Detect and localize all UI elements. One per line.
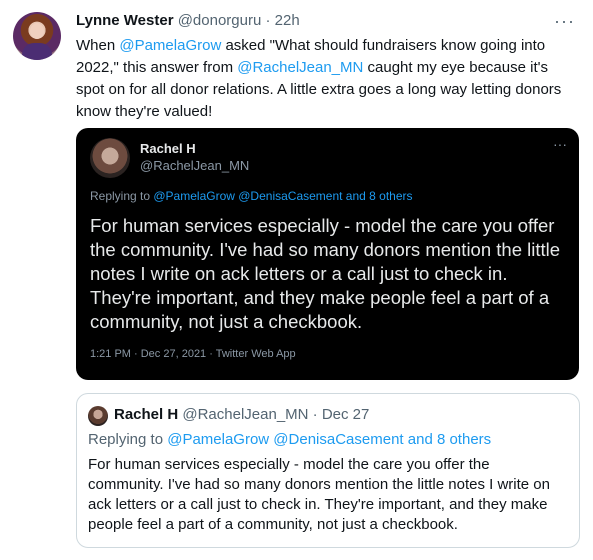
quoted-replying-prefix: Replying to [88,431,168,448]
screenshot-replying-prefix: Replying to [90,189,154,203]
quoted-separator: · [312,406,318,423]
more-options-icon[interactable]: ··· [554,11,575,32]
author-avatar[interactable] [13,12,61,60]
quoted-replying-others: and 8 others [403,431,492,448]
quoted-replying-users: @PamelaGrow @DenisaCasement [167,431,404,448]
screenshot-replying-users: @PamelaGrow @DenisaCasement and 8 others [153,189,413,203]
screenshot-author-handle: @RachelJean_MN [140,158,250,173]
tweet: Lynne Wester @donorguru · 22h ··· When @… [0,0,593,560]
avatar-body [22,43,52,60]
tweet-text-segment: When [76,37,120,54]
quoted-avatar [88,406,108,426]
quoted-replying-to: Replying to @PamelaGrow @DenisaCasement … [88,431,491,448]
screenshot-text: For human services especially - model th… [90,215,561,332]
tweet-text: When @PamelaGrow asked "What should fund… [76,35,576,123]
screenshot-avatar [90,138,130,178]
avatar-face [30,23,44,39]
quoted-text: For human services especially - model th… [88,456,550,533]
author-handle[interactable]: @donorguru [178,12,262,29]
screenshot-replying-to: Replying to @PamelaGrow @DenisaCasement … [90,189,413,203]
screenshot-author-name: Rachel H [140,141,196,156]
tweet-screenshot-image[interactable]: Rachel H @RachelJean_MN ··· Replying to … [76,128,579,380]
quoted-author-handle: @RachelJean_MN [182,406,309,423]
mention-link[interactable]: @PamelaGrow [119,37,221,54]
tweet-time[interactable]: 22h [275,12,300,29]
header-separator: · [265,12,271,29]
mention-link[interactable]: @RachelJean_MN [237,59,363,76]
author-name[interactable]: Lynne Wester [76,12,174,29]
quoted-date: Dec 27 [321,406,370,423]
screenshot-meta: 1:21 PM · Dec 27, 2021 · Twitter Web App [90,348,296,360]
quoted-tweet[interactable]: Rachel H @RachelJean_MN · Dec 27 Replyin… [76,393,580,548]
quoted-header: Rachel H @RachelJean_MN · Dec 27 [114,406,369,423]
screenshot-more-icon: ··· [553,136,567,152]
tweet-header: Lynne Wester @donorguru · 22h [76,12,577,32]
quoted-author-name: Rachel H [114,406,179,423]
